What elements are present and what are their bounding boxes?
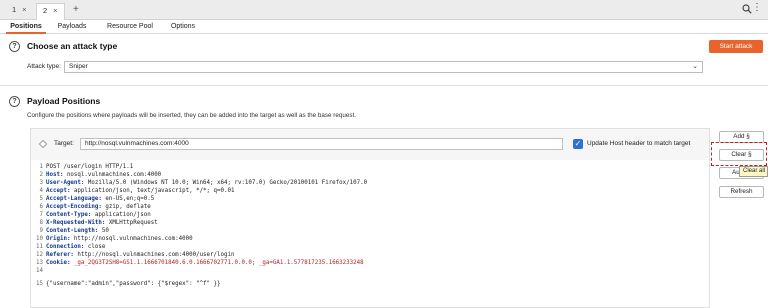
update-host-label: Update Host header to match target [587, 140, 691, 147]
header-value: nosql.vulnmachines.com:4000 [63, 172, 162, 178]
close-icon[interactable]: × [22, 5, 26, 14]
clear-payload-markers-button[interactable]: Clear § [719, 149, 764, 161]
line-number: 13 [36, 260, 43, 266]
line-number: 6 [39, 204, 44, 210]
header-name: Content-Type: [46, 212, 92, 218]
request-line: 3 User-Agent: Mozilla/5.0 (Windows NT 10.… [34, 179, 368, 187]
line-number: 12 [36, 252, 43, 258]
start-attack-button[interactable]: Start attack [709, 40, 763, 53]
request-line: 1 POST /user/login HTTP/1.1 [34, 163, 134, 171]
line-number: 9 [39, 228, 44, 234]
request-line: 9 Content-Length: 50 [34, 227, 109, 235]
tab-positions[interactable]: Positions [6, 20, 46, 34]
header-value: close [84, 244, 106, 250]
header-name: Accept: [46, 188, 71, 194]
line-number: 11 [36, 244, 43, 250]
request-line: 13 Cookie: _ga_2QG3T2SH8=GS1.1.1666701840… [34, 259, 364, 267]
instance-tab-2[interactable]: 2 × [36, 3, 65, 20]
payload-positions-description: Configure the positions where payloads w… [27, 112, 357, 119]
update-host-checkbox[interactable]: ✓ [573, 139, 583, 149]
more-options-icon[interactable]: ⋮ [752, 2, 762, 13]
line-number: 7 [39, 212, 44, 218]
request-line: 15 {"username":"admin","password": {"$reg… [34, 280, 221, 288]
section-title-payload-positions: Payload Positions [27, 96, 101, 106]
line-number: 2 [39, 172, 44, 178]
section-divider [0, 85, 768, 86]
line-number: 3 [39, 180, 44, 186]
request-line: 12 Referer: http://nosql.vulnmachines.com… [34, 251, 234, 259]
instance-tab-bar: 1 × 2 × + ⋮ [0, 0, 768, 20]
header-name: Connection: [46, 244, 85, 250]
add-tab-icon[interactable]: + [73, 3, 79, 17]
header-value: gzip, deflate [101, 204, 151, 210]
request-line: 6 Accept-Encoding: gzip, deflate [34, 203, 151, 211]
header-name: Content-Length: [46, 228, 99, 234]
request-line: 11 Connection: close [34, 243, 105, 251]
request-line: 4 Accept: application/json, text/javascri… [34, 187, 235, 195]
section-title-attack-type: Choose an attack type [27, 41, 118, 51]
header-value: XMLHttpRequest [105, 220, 158, 226]
chevron-down-icon: ⌄ [692, 63, 698, 70]
header-value: application/json, text/javascript, */*; … [70, 188, 235, 194]
header-name: Accept-Encoding: [46, 204, 102, 210]
header-value: Mozilla/5.0 (Windows NT 10.0; Win64; x64… [84, 180, 368, 186]
request-line: 14 [34, 267, 46, 275]
request-line: 8 X-Requested-With: XMLHttpRequest [34, 219, 158, 227]
header-value: POST /user/login HTTP/1.1 [46, 164, 134, 170]
header-name: User-Agent: [46, 180, 85, 186]
help-icon[interactable]: ? [9, 96, 20, 107]
intruder-sub-tabs: Positions Payloads Resource Pool Options [0, 20, 768, 34]
request-editor[interactable]: 1 POST /user/login HTTP/1.1 2 Host: nosql.v… [31, 160, 709, 307]
attack-type-label: Attack type: [27, 63, 61, 70]
header-value: {"username":"admin","password": {"$regex… [46, 281, 221, 287]
header-value: http://nosql.vulnmachines.com:4000/user/… [73, 252, 235, 258]
attack-type-value: Sniper [69, 63, 88, 70]
header-value: http://nosql.vulnmachines.com:4000 [70, 236, 193, 242]
line-number: 14 [36, 268, 43, 274]
line-number: 15 [36, 281, 43, 287]
line-number: 1 [39, 164, 44, 170]
line-number: 8 [39, 220, 44, 226]
line-number: 4 [39, 188, 44, 194]
close-icon[interactable]: × [53, 6, 57, 15]
request-line: 7 Content-Type: application/json [34, 211, 151, 219]
line-number: 10 [36, 236, 43, 242]
search-icon[interactable] [742, 4, 752, 14]
header-name: Cookie: [46, 260, 71, 266]
header-name: Referer: [46, 252, 74, 258]
burp-intruder-window: 1 × 2 × + ⋮ Positions Payloads Resource Po… [0, 0, 768, 308]
attack-type-select[interactable]: Sniper ⌄ [64, 61, 703, 73]
request-line: 2 Host: nosql.vulnmachines.com:4000 [34, 171, 162, 179]
header-name: Origin: [46, 236, 71, 242]
header-name: Host: [46, 172, 64, 178]
target-label: Target: [54, 140, 74, 147]
tab-label: 2 [43, 6, 48, 15]
header-value: en-US,en;q=0.5 [101, 196, 155, 202]
target-url-input[interactable]: http://nosql.vulnmachines.com:4000 [80, 138, 563, 150]
request-line: 5 Accept-Language: en-US,en;q=0.5 [34, 195, 155, 203]
header-value: 50 [98, 228, 109, 234]
request-line: 10 Origin: http://nosql.vulnmachines.com:… [34, 235, 193, 243]
tab-resource-pool[interactable]: Resource Pool [102, 20, 158, 34]
header-value: _ga_2QG3T2SH8=GS1.1.1666701840.6.0.16667… [70, 260, 364, 266]
help-icon[interactable]: ? [9, 41, 20, 52]
tab-label: 1 [12, 5, 17, 14]
tab-options[interactable]: Options [164, 20, 202, 34]
header-name: X-Requested-With: [46, 220, 106, 226]
refresh-button[interactable]: Refresh [719, 186, 764, 198]
header-name: Accept-Language: [46, 196, 102, 202]
clear-tooltip: Clear all [739, 166, 768, 177]
header-value: application/json [91, 212, 151, 218]
tab-payloads[interactable]: Payloads [52, 20, 92, 34]
instance-tab-1[interactable]: 1 × [6, 3, 33, 17]
line-number: 5 [39, 196, 44, 202]
